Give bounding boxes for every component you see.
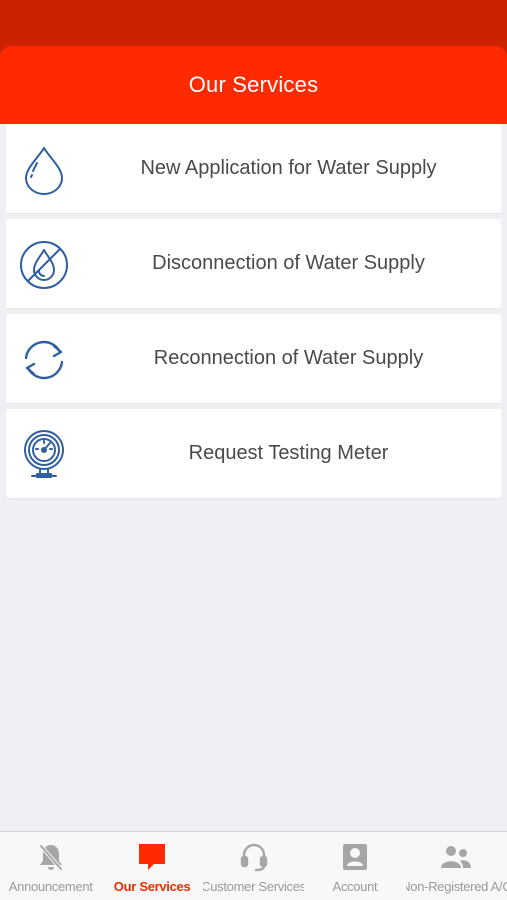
headset-icon: [238, 841, 270, 873]
page-header: Our Services: [0, 46, 507, 124]
chat-bubble-icon: [136, 841, 168, 873]
main-content: New Application for Water Supply Disconn…: [0, 124, 507, 831]
mute-bell-icon: [35, 841, 67, 873]
tab-label: Account: [332, 879, 378, 894]
people-icon: [440, 841, 472, 873]
service-label: Disconnection of Water Supply: [152, 252, 425, 274]
service-item-testing-meter[interactable]: Request Testing Meter: [6, 409, 501, 498]
account-icon: [339, 841, 371, 873]
tab-non-registered[interactable]: Non-Registered A/C: [406, 832, 507, 900]
tab-label: Non-Registered A/C: [405, 879, 507, 894]
service-item-disconnection[interactable]: Disconnection of Water Supply: [6, 219, 501, 308]
water-meter-icon: [18, 429, 70, 481]
refresh-icon: [18, 334, 70, 386]
tab-account[interactable]: Account: [304, 832, 405, 900]
service-label: Request Testing Meter: [188, 442, 389, 464]
page-title: Our Services: [188, 72, 319, 97]
no-water-icon: [18, 239, 70, 291]
service-label: New Application for Water Supply: [140, 157, 437, 179]
tab-customer-services[interactable]: Customer Services: [203, 832, 304, 900]
service-label: Reconnection of Water Supply: [153, 347, 424, 369]
service-item-reconnection[interactable]: Reconnection of Water Supply: [6, 314, 501, 403]
tab-our-services[interactable]: Our Services: [101, 832, 202, 900]
bottom-tab-bar: Announcement Our Services Customer Servi…: [0, 831, 507, 900]
water-drop-icon: [18, 144, 70, 196]
tab-label: Announcement: [8, 879, 93, 894]
tab-announcement[interactable]: Announcement: [0, 832, 101, 900]
service-list: New Application for Water Supply Disconn…: [6, 124, 501, 504]
tab-label: Our Services: [113, 879, 191, 894]
service-item-new-application[interactable]: New Application for Water Supply: [6, 124, 501, 213]
tab-label: Customer Services: [202, 879, 305, 894]
